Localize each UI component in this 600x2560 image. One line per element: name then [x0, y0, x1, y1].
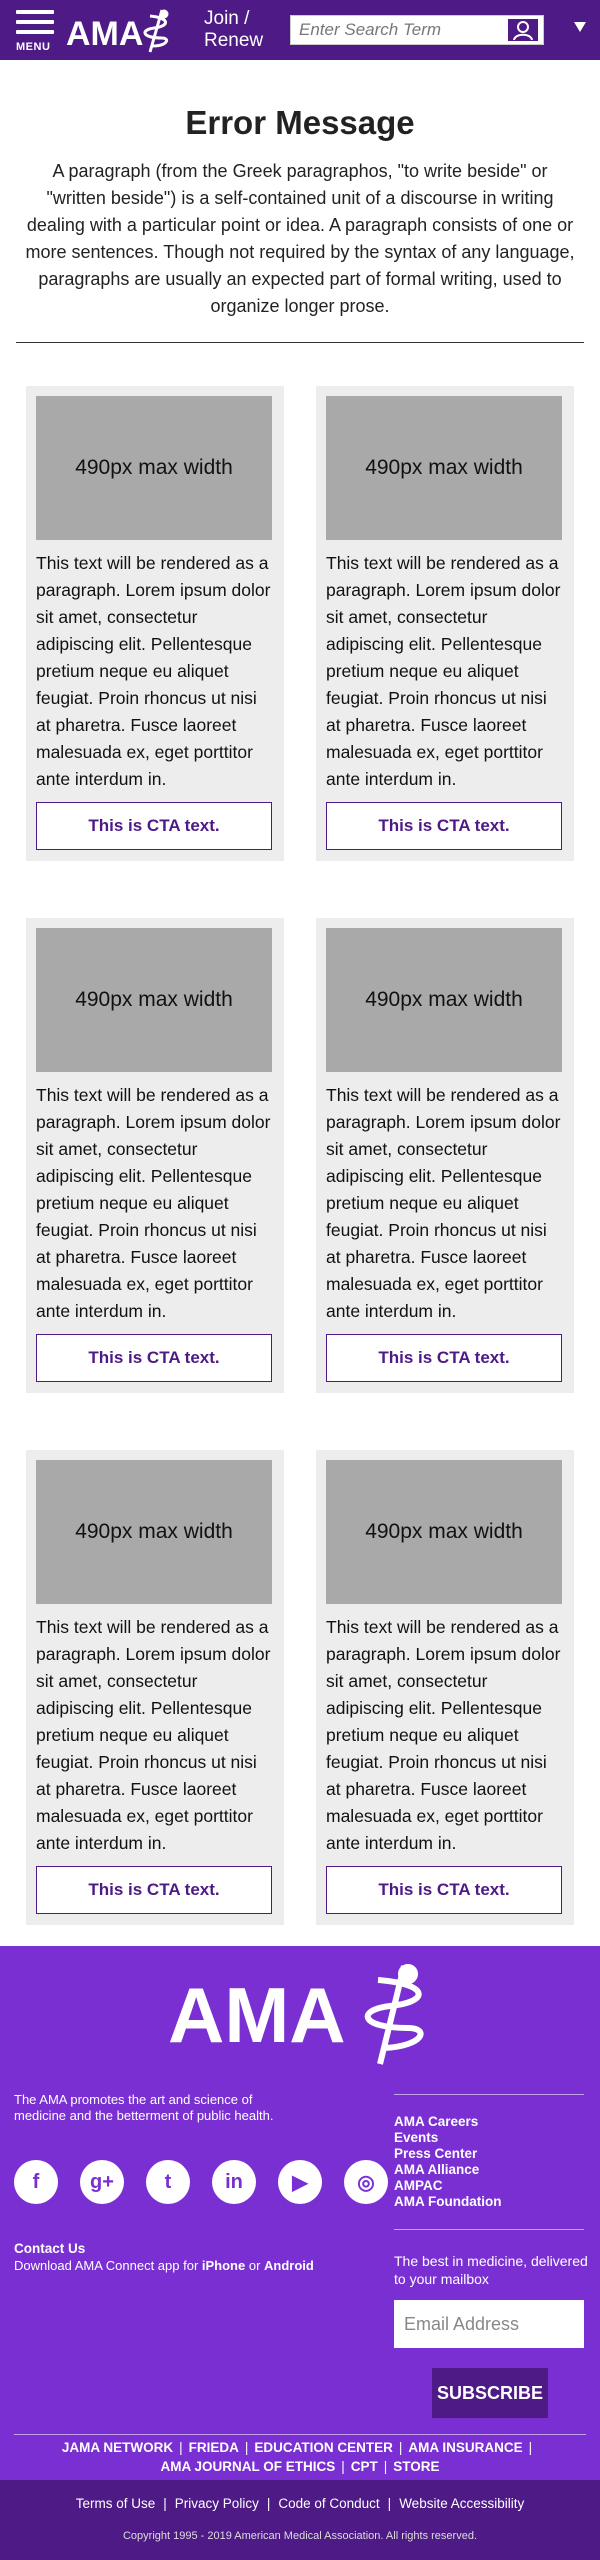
social-links: f g+ t in ▶ ◎ [14, 2160, 394, 2206]
card-image-placeholder: 490px max width [326, 1460, 562, 1604]
publication-links: JAMA NETWORK | FRIEDA | EDUCATION CENTER | AMA… [30, 2438, 570, 2476]
copyright: Copyright 1995 - 2019 American Medical A… [122, 2530, 477, 2542]
menu-button[interactable]: MENU [14, 8, 58, 56]
separator: | [244, 2440, 249, 2455]
divider [394, 2229, 584, 2230]
card-image-placeholder: 490px max width [36, 1460, 272, 1604]
email-field[interactable] [394, 2300, 584, 2348]
caduceus-icon [143, 9, 169, 53]
card-image-placeholder: 490px max width [326, 928, 562, 1072]
download-or: or [245, 2258, 265, 2273]
cta-button[interactable]: This is CTA text. [36, 1866, 272, 1914]
cta-button[interactable]: This is CTA text. [326, 1866, 562, 1914]
content-card: 490px max width This text will be render… [26, 386, 284, 861]
footer-link-events[interactable]: Events [394, 2130, 501, 2146]
footer-link-press-center[interactable]: Press Center [394, 2146, 501, 2162]
separator: | [398, 2440, 403, 2455]
card-text: This text will be rendered as a paragrap… [36, 1617, 271, 1853]
site-footer: AMA The AMA promotes the art and science… [0, 1946, 600, 2480]
card-image-placeholder: 490px max width [36, 396, 272, 540]
pub-link-cpt[interactable]: CPT [351, 2459, 378, 2474]
pub-link-store[interactable]: STORE [393, 2459, 439, 2474]
iphone-link[interactable]: iPhone [202, 2258, 245, 2273]
divider [394, 2094, 584, 2095]
page-title: Error Message [185, 104, 415, 141]
site-header: MENU AMA Join / Renew [0, 0, 600, 60]
separator: | [387, 2496, 392, 2511]
separator: | [179, 2440, 183, 2455]
download-prefix: Download AMA Connect app for [14, 2258, 202, 2273]
content-card: 490px max width This text will be render… [316, 386, 574, 861]
hamburger-icon [16, 10, 54, 14]
ama-footer-logo-text: AMA [168, 1971, 346, 2059]
hamburger-icon-bar [16, 20, 54, 24]
pub-link-education-center[interactable]: EDUCATION CENTER [254, 2440, 393, 2455]
content-card: 490px max width This text will be render… [316, 1450, 574, 1925]
search-button[interactable] [507, 18, 539, 42]
website-accessibility-link[interactable]: Website Accessibility [399, 2496, 524, 2511]
join-renew-link[interactable]: Join / Renew [204, 8, 263, 52]
card-text: This text will be rendered as a paragrap… [326, 553, 561, 789]
card-image-placeholder: 490px max width [326, 396, 562, 540]
hamburger-icon-bar [16, 30, 54, 34]
separator: | [266, 2496, 271, 2511]
separator: | [528, 2440, 533, 2455]
cta-button[interactable]: This is CTA text. [36, 1334, 272, 1382]
pub-link-frieda[interactable]: FRIEDA [189, 2440, 239, 2455]
ama-logo[interactable]: AMA [66, 8, 178, 54]
footer-link-alliance[interactable]: AMA Alliance [394, 2162, 501, 2178]
card-text: This text will be rendered as a paragrap… [36, 1085, 271, 1321]
footer-link-careers[interactable]: AMA Careers [394, 2114, 501, 2130]
join-label: Join / [204, 8, 250, 29]
ama-logo-text: AMA [66, 15, 143, 53]
card-text: This text will be rendered as a paragrap… [326, 1085, 561, 1321]
pub-link-ama-insurance[interactable]: AMA INSURANCE [408, 2440, 522, 2455]
legal-links: Terms of Use | Privacy Policy | Code of Cond… [0, 2496, 600, 2511]
card-text: This text will be rendered as a paragrap… [326, 1617, 561, 1853]
caduceus-icon [364, 1964, 424, 2065]
android-link[interactable]: Android [264, 2258, 314, 2273]
youtube-icon[interactable]: ▶ [278, 2160, 322, 2204]
intro-paragraph: A paragraph (from the Greek paragraphos,… [25, 161, 575, 316]
mission-statement: The AMA promotes the art and science of … [14, 2092, 274, 2123]
pub-link-journal-of-ethics[interactable]: AMA JOURNAL OF ETHICS [160, 2459, 335, 2474]
subscribe-button[interactable]: SUBSCRIBE [432, 2368, 548, 2418]
content-card: 490px max width This text will be render… [316, 918, 574, 1393]
twitter-icon[interactable]: t [146, 2160, 190, 2204]
legal-bar: Terms of Use | Privacy Policy | Code of Cond… [0, 2480, 600, 2560]
content-card: 490px max width This text will be render… [26, 918, 284, 1393]
newsletter-text: The best in medicine, delivered to your … [394, 2253, 588, 2287]
code-of-conduct-link[interactable]: Code of Conduct [278, 2496, 379, 2511]
renew-label: Renew [204, 30, 264, 51]
terms-of-use-link[interactable]: Terms of Use [76, 2496, 156, 2511]
search-input[interactable] [291, 16, 507, 44]
card-image-placeholder: 490px max width [36, 928, 272, 1072]
cta-button[interactable]: This is CTA text. [36, 802, 272, 850]
search-box [290, 15, 544, 45]
menu-label: MENU [16, 41, 51, 53]
separator: | [341, 2459, 345, 2474]
cta-button[interactable]: This is CTA text. [326, 1334, 562, 1382]
footer-link-ampac[interactable]: AMPAC [394, 2178, 501, 2194]
ama-footer-logo[interactable]: AMA [168, 1962, 438, 2068]
footer-link-foundation[interactable]: AMA Foundation [394, 2194, 501, 2210]
linkedin-icon[interactable]: in [212, 2160, 256, 2204]
contact-us-link[interactable]: Contact Us [14, 2241, 85, 2256]
content-card: 490px max width This text will be render… [26, 1450, 284, 1925]
divider [14, 2434, 586, 2435]
app-download-text: Download AMA Connect app for iPhone or A… [14, 2258, 314, 2273]
user-search-icon [513, 21, 533, 41]
privacy-policy-link[interactable]: Privacy Policy [175, 2496, 259, 2511]
divider [16, 342, 584, 343]
separator: | [383, 2459, 388, 2474]
facebook-icon[interactable]: f [14, 2160, 58, 2204]
instagram-icon[interactable]: ◎ [344, 2160, 388, 2204]
google-plus-icon[interactable]: g+ [80, 2160, 124, 2204]
cta-button[interactable]: This is CTA text. [326, 802, 562, 850]
footer-links: AMA Careers Events Press Center AMA Alli… [394, 2114, 501, 2210]
pub-link-jama-network[interactable]: JAMA NETWORK [62, 2440, 173, 2455]
chevron-down-icon[interactable] [574, 22, 586, 32]
card-text: This text will be rendered as a paragrap… [36, 553, 271, 789]
separator: | [163, 2496, 167, 2511]
